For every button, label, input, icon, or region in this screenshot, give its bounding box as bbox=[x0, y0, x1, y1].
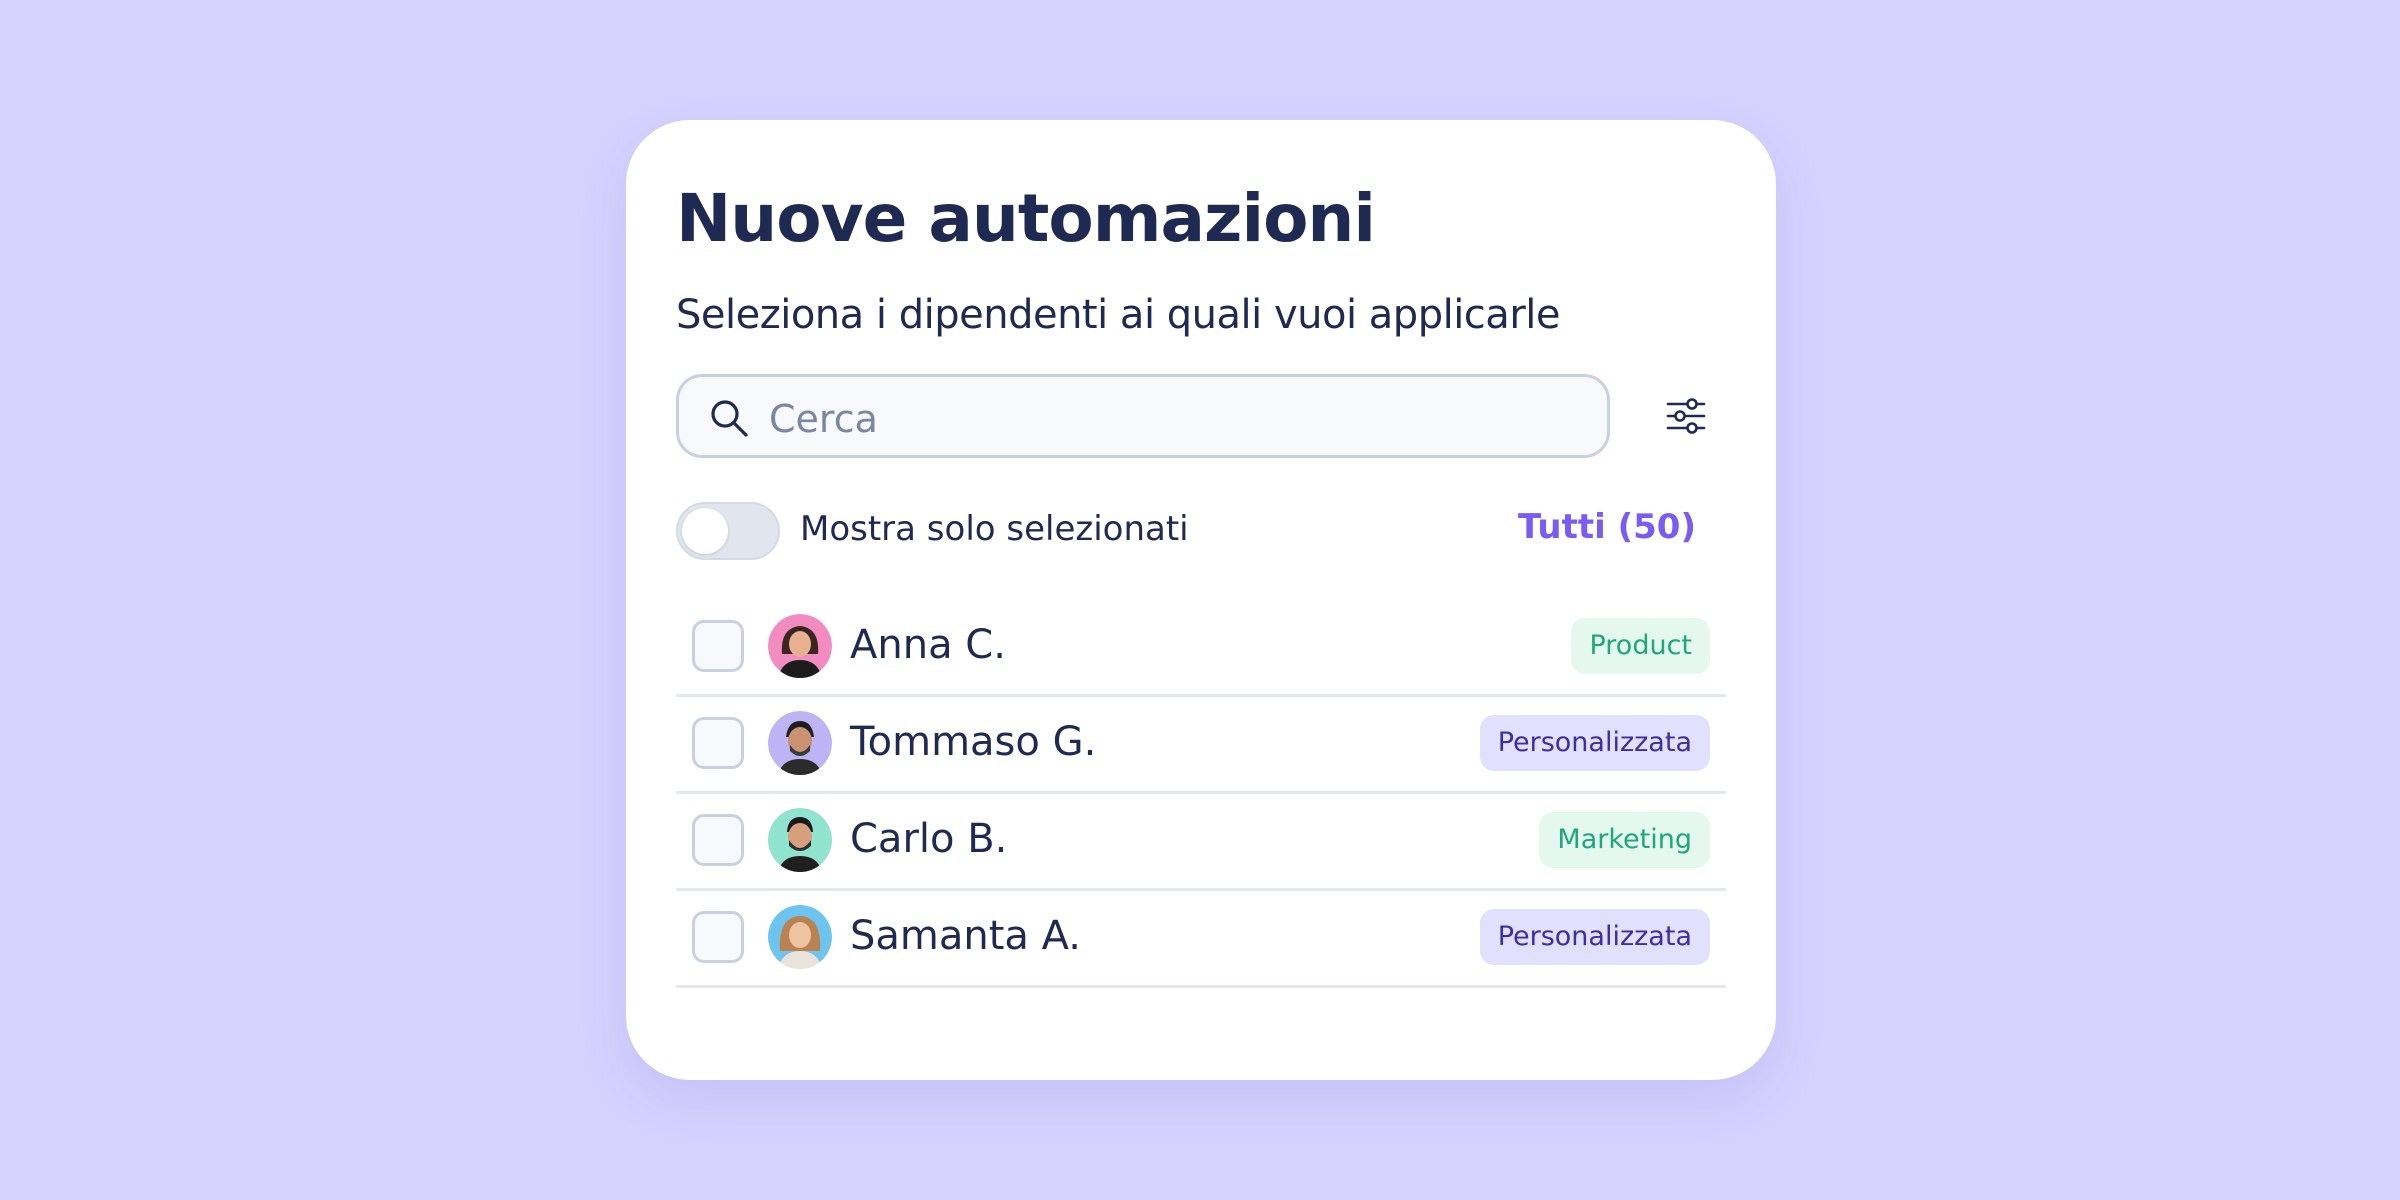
employee-row[interactable]: Anna C. Product bbox=[676, 600, 1726, 697]
page-title: Nuove automazioni bbox=[676, 180, 1376, 257]
employee-checkbox[interactable] bbox=[692, 911, 744, 963]
employee-list: Anna C. Product Tommaso G. Personalizzat… bbox=[676, 600, 1726, 988]
search-placeholder: Cerca bbox=[769, 397, 878, 441]
avatar bbox=[768, 711, 832, 775]
select-all-link[interactable]: Tutti (50) bbox=[1518, 507, 1696, 547]
search-input[interactable]: Cerca bbox=[676, 374, 1610, 458]
toggle-knob bbox=[682, 508, 728, 554]
employee-name: Tommaso G. bbox=[850, 719, 1097, 765]
employee-name: Carlo B. bbox=[850, 816, 1008, 862]
avatar bbox=[768, 905, 832, 969]
employee-checkbox[interactable] bbox=[692, 814, 744, 866]
employee-row[interactable]: Samanta A. Personalizzata bbox=[676, 891, 1726, 988]
show-selected-toggle[interactable] bbox=[676, 502, 780, 560]
team-badge: Marketing bbox=[1539, 812, 1710, 868]
avatar bbox=[768, 614, 832, 678]
team-badge: Personalizzata bbox=[1479, 715, 1710, 771]
avatar bbox=[768, 808, 832, 872]
show-selected-label: Mostra solo selezionati bbox=[800, 509, 1189, 549]
employee-checkbox[interactable] bbox=[692, 620, 744, 672]
employee-checkbox[interactable] bbox=[692, 717, 744, 769]
search-icon bbox=[711, 400, 748, 437]
team-badge: Personalizzata bbox=[1479, 909, 1710, 965]
employee-row[interactable]: Carlo B. Marketing bbox=[676, 794, 1726, 891]
automation-card: Nuove automazioni Seleziona i dipendenti… bbox=[626, 120, 1776, 1080]
employee-name: Anna C. bbox=[850, 622, 1006, 668]
sliders-icon[interactable] bbox=[1662, 392, 1710, 440]
page-subtitle: Seleziona i dipendenti ai quali vuoi app… bbox=[676, 292, 1560, 338]
employee-name: Samanta A. bbox=[850, 913, 1082, 959]
team-badge: Product bbox=[1571, 618, 1710, 674]
employee-row[interactable]: Tommaso G. Personalizzata bbox=[676, 697, 1726, 794]
